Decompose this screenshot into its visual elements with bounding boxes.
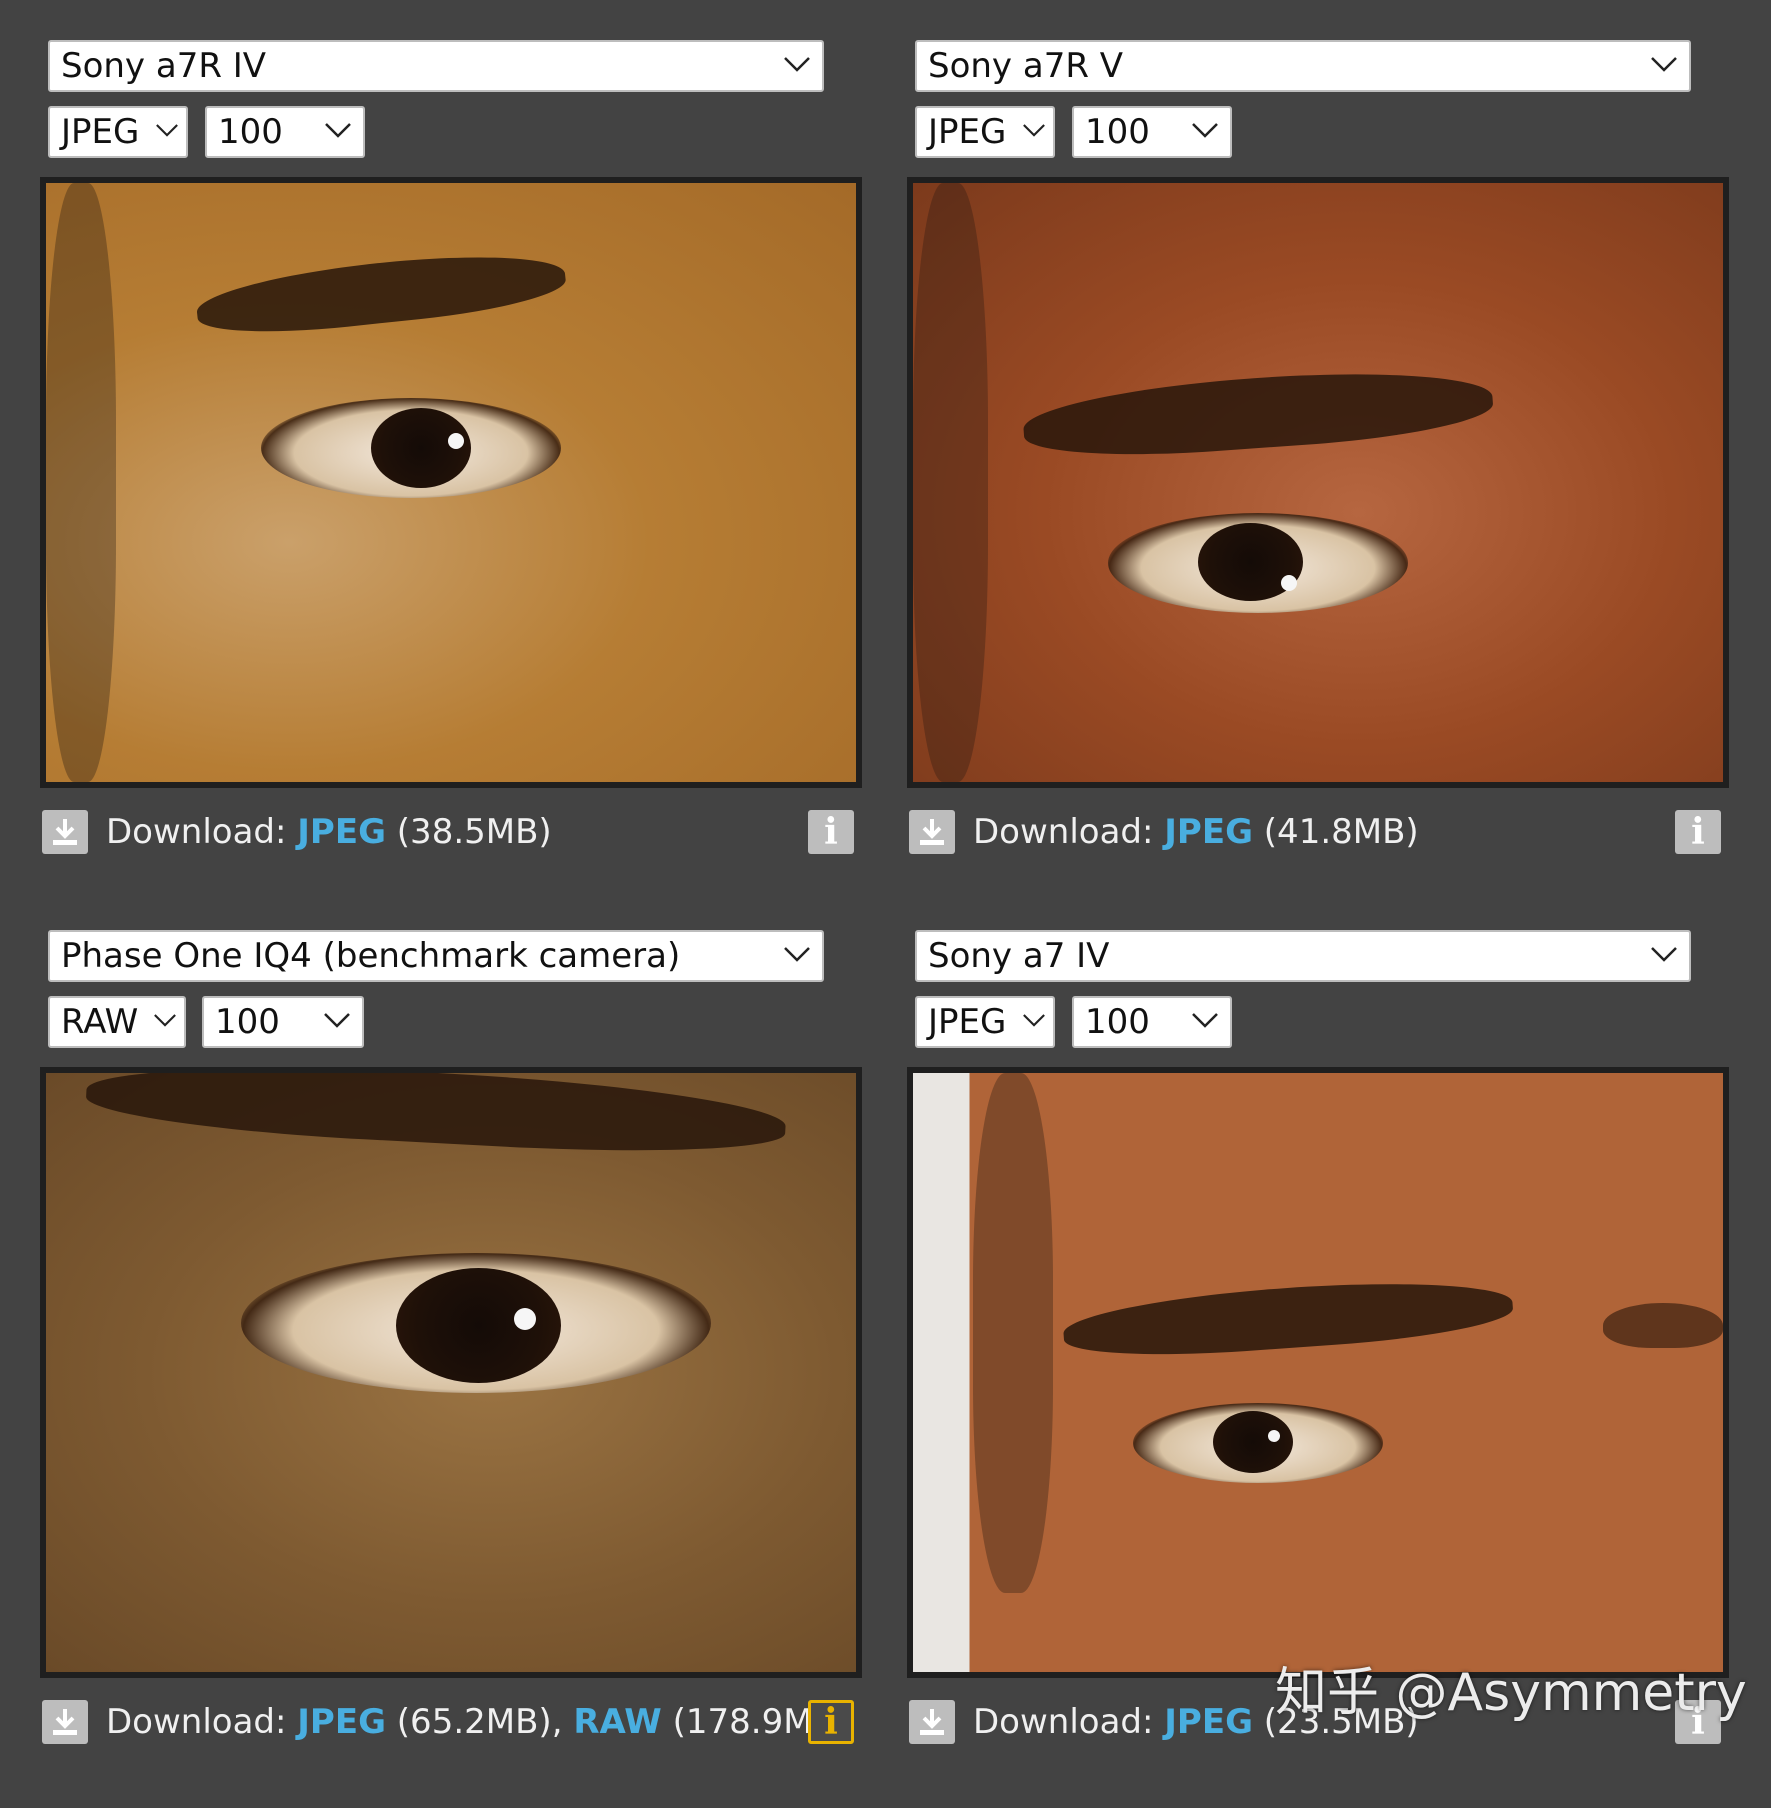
comparison-panel-2: Sony a7R V JPEG 100 Download: JPEG (41.8… xyxy=(907,38,1737,918)
camera-select[interactable]: Sony a7R IV xyxy=(48,40,824,92)
download-icon[interactable] xyxy=(42,1700,88,1744)
download-jpeg-link[interactable]: JPEG xyxy=(1164,1702,1253,1742)
iso-select[interactable]: 100 xyxy=(202,996,364,1048)
camera-select-value: Phase One IQ4 (benchmark camera) xyxy=(61,936,681,976)
chevron-down-icon xyxy=(1651,57,1677,72)
comparison-panel-1: Sony a7R IV JPEG 100 Download: JPEG (38.… xyxy=(40,38,870,918)
image-viewer[interactable] xyxy=(40,1067,862,1678)
comparison-panel-3: Phase One IQ4 (benchmark camera) RAW 100… xyxy=(40,928,870,1808)
chevron-down-icon xyxy=(156,124,178,137)
chevron-down-icon xyxy=(1023,1014,1045,1027)
info-icon[interactable]: i xyxy=(1675,810,1721,854)
chevron-down-icon xyxy=(1651,947,1677,962)
iso-select[interactable]: 100 xyxy=(205,106,365,158)
download-raw-link[interactable]: RAW xyxy=(573,1702,661,1742)
iso-select-value: 100 xyxy=(218,112,283,152)
format-select[interactable]: JPEG xyxy=(915,996,1055,1048)
chevron-down-icon xyxy=(784,947,810,962)
format-select[interactable]: RAW xyxy=(48,996,186,1048)
image-viewer[interactable] xyxy=(40,177,862,788)
chevron-down-icon xyxy=(784,57,810,72)
image-viewer[interactable] xyxy=(907,177,1729,788)
download-jpeg-link[interactable]: JPEG xyxy=(297,1702,386,1742)
download-label: Download: xyxy=(973,1702,1154,1742)
download-bar: Download: JPEG (65.2MB), RAW (178.9MB) i xyxy=(40,1696,862,1748)
camera-select[interactable]: Phase One IQ4 (benchmark camera) xyxy=(48,930,824,982)
info-icon[interactable]: i xyxy=(808,810,854,854)
camera-select[interactable]: Sony a7 IV xyxy=(915,930,1691,982)
chevron-down-icon xyxy=(1192,1013,1218,1028)
info-icon[interactable]: i xyxy=(808,1700,854,1744)
format-select-value: JPEG xyxy=(928,112,1007,152)
iso-select[interactable]: 100 xyxy=(1072,106,1232,158)
download-icon[interactable] xyxy=(909,1700,955,1744)
camera-select-value: Sony a7R IV xyxy=(61,46,267,86)
watermark-text: 知乎 @Asymmetry xyxy=(1275,1663,1747,1723)
chevron-down-icon xyxy=(324,1013,350,1028)
iso-select-value: 100 xyxy=(1085,1002,1150,1042)
format-select-value: JPEG xyxy=(61,112,140,152)
download-icon[interactable] xyxy=(42,810,88,854)
format-select[interactable]: JPEG xyxy=(48,106,188,158)
sample-image-eye-crop xyxy=(46,183,856,782)
sample-image-eye-crop xyxy=(913,183,1723,782)
download-jpeg-link[interactable]: JPEG xyxy=(297,812,386,852)
camera-select[interactable]: Sony a7R V xyxy=(915,40,1691,92)
sample-image-face-crop xyxy=(913,1073,1723,1672)
chevron-down-icon xyxy=(1023,124,1045,137)
chevron-down-icon xyxy=(325,123,351,138)
iso-select-value: 100 xyxy=(1085,112,1150,152)
download-bar: Download: JPEG (41.8MB) i xyxy=(907,806,1729,858)
format-select-value: RAW xyxy=(61,1002,139,1042)
camera-select-value: Sony a7R V xyxy=(928,46,1124,86)
format-select[interactable]: JPEG xyxy=(915,106,1055,158)
chevron-down-icon xyxy=(1192,123,1218,138)
iso-select[interactable]: 100 xyxy=(1072,996,1232,1048)
download-bar: Download: JPEG (38.5MB) i xyxy=(40,806,862,858)
download-jpeg-size: (38.5MB) xyxy=(396,812,552,852)
download-label: Download: xyxy=(973,812,1154,852)
download-label: Download: xyxy=(106,812,287,852)
download-icon[interactable] xyxy=(909,810,955,854)
image-viewer[interactable] xyxy=(907,1067,1729,1678)
download-jpeg-link[interactable]: JPEG xyxy=(1164,812,1253,852)
camera-select-value: Sony a7 IV xyxy=(928,936,1110,976)
download-jpeg-size: (65.2MB), xyxy=(396,1702,563,1742)
chevron-down-icon xyxy=(154,1014,176,1027)
download-jpeg-size: (41.8MB) xyxy=(1263,812,1419,852)
sample-image-eye-crop xyxy=(46,1073,856,1672)
download-label: Download: xyxy=(106,1702,287,1742)
iso-select-value: 100 xyxy=(215,1002,280,1042)
format-select-value: JPEG xyxy=(928,1002,1007,1042)
